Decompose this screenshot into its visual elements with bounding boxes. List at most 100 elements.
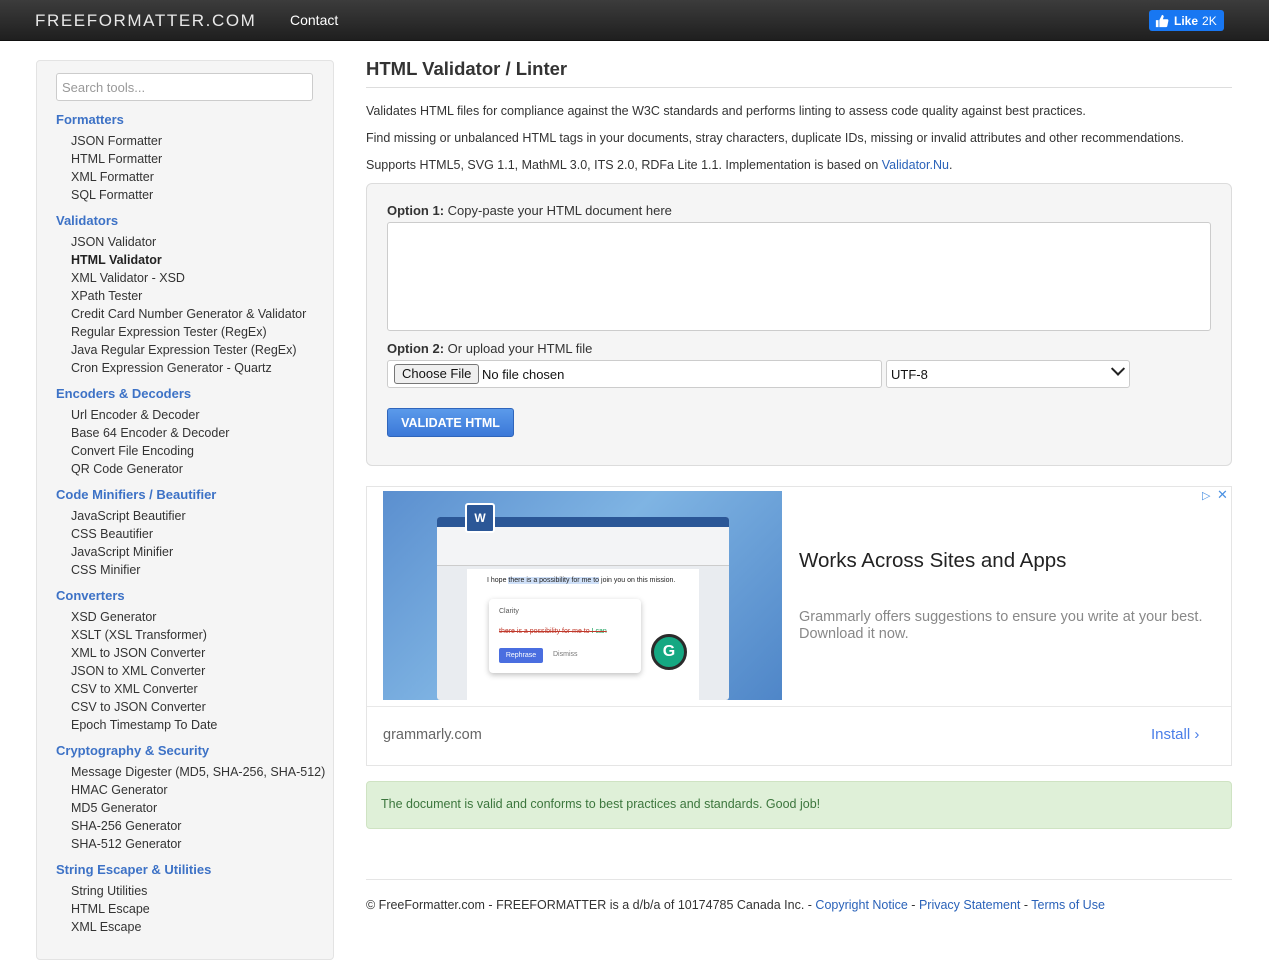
ad-divider [367,706,1231,707]
ad-headline[interactable]: Works Across Sites and Apps [799,549,1066,573]
description-3-text: Supports HTML5, SVG 1.1, MathML 3.0, ITS… [366,158,882,172]
chevron-down-icon [1110,361,1126,376]
advertisement[interactable]: I hope there is a possibility for me to … [366,486,1232,766]
description-3: Supports HTML5, SVG 1.1, MathML 3.0, ITS… [366,158,952,172]
privacy-statement-link[interactable]: Privacy Statement [919,898,1020,912]
sidebar-item-xml-to-json[interactable]: XML to JSON Converter [71,646,205,660]
category-formatters[interactable]: Formatters [56,112,124,127]
site-logo[interactable]: FREEFORMATTER.COM [35,11,256,31]
category-cryptography[interactable]: Cryptography & Security [56,743,209,758]
sidebar-item-html-validator[interactable]: HTML Validator [71,253,162,267]
ad-mock-sentence-highlight: there is a possibility for me to [508,577,600,584]
like-label: Like [1174,13,1199,28]
search-input[interactable] [56,73,313,101]
ad-mock-strike-text: there is a possibility for me to [499,628,590,635]
sidebar-item-string-utilities[interactable]: String Utilities [71,884,147,898]
terms-of-use-link[interactable]: Terms of Use [1031,898,1105,912]
sidebar-item-message-digester[interactable]: Message Digester (MD5, SHA-256, SHA-512) [71,765,325,779]
option2-label-bold: Option 2: [387,341,445,356]
facebook-like-button[interactable]: Like 2K [1149,10,1224,31]
html-input-textarea[interactable] [387,222,1211,331]
sidebar-item-html-formatter[interactable]: HTML Formatter [71,152,162,166]
sidebar-item-convert-encoding[interactable]: Convert File Encoding [71,444,194,458]
sidebar-item-json-formatter[interactable]: JSON Formatter [71,134,162,148]
encoding-select[interactable]: UTF-8 [886,360,1130,388]
category-string-utilities[interactable]: String Escaper & Utilities [56,862,211,877]
sidebar-item-css-minifier[interactable]: CSS Minifier [71,563,140,577]
sidebar-item-cron-generator[interactable]: Cron Expression Generator - Quartz [71,361,272,375]
sidebar-item-json-validator[interactable]: JSON Validator [71,235,156,249]
nav-contact-link[interactable]: Contact [290,12,338,28]
ad-image[interactable]: I hope there is a possibility for me to … [383,491,782,700]
sidebar-item-hmac-generator[interactable]: HMAC Generator [71,783,168,797]
sidebar-item-sha512-generator[interactable]: SHA-512 Generator [71,837,181,851]
sidebar-item-xsd-generator[interactable]: XSD Generator [71,610,156,624]
sidebar-item-xml-validator[interactable]: XML Validator - XSD [71,271,185,285]
grammarly-logo-icon: G [651,634,687,670]
category-converters[interactable]: Converters [56,588,125,603]
ad-mock-strike: there is a possibility for me to I can [499,628,607,635]
like-count: 2K [1202,13,1217,28]
sidebar-item-sha256-generator[interactable]: SHA-256 Generator [71,819,181,833]
choose-file-button[interactable]: Choose File [394,364,480,384]
sidebar-item-js-minifier[interactable]: JavaScript Minifier [71,545,173,559]
sidebar-item-xml-formatter[interactable]: XML Formatter [71,170,154,184]
copyright-notice-link[interactable]: Copyright Notice [815,898,907,912]
ad-mock-sentence: I hope there is a possibility for me to … [487,577,675,584]
sidebar-item-md5-generator[interactable]: MD5 Generator [71,801,157,815]
validate-html-button[interactable]: VALIDATE HTML [387,408,514,437]
category-validators[interactable]: Validators [56,213,118,228]
word-app-icon: W [465,503,495,533]
footer-copyright-text: © FreeFormatter.com - FREEFORMATTER is a… [366,898,816,912]
sidebar-item-xpath-tester[interactable]: XPath Tester [71,289,142,303]
footer-divider [366,879,1232,880]
top-navbar: FREEFORMATTER.COM Contact Like 2K [0,0,1269,41]
validation-success-alert: The document is valid and conforms to be… [366,781,1232,829]
footer: © FreeFormatter.com - FREEFORMATTER is a… [366,898,1105,912]
description-2: Find missing or unbalanced HTML tags in … [366,131,1184,145]
sidebar-item-html-escape[interactable]: HTML Escape [71,902,150,916]
ad-mock-dismiss: Dismiss [553,651,578,658]
description-3-suffix: . [948,158,953,172]
chevron-right-icon: › [1194,726,1200,743]
ad-mock-replacement: I can [589,628,607,635]
sidebar-item-base64-encoder[interactable]: Base 64 Encoder & Decoder [71,426,229,440]
sidebar-item-css-beautifier[interactable]: CSS Beautifier [71,527,153,541]
ad-body[interactable]: Grammarly offers suggestions to ensure y… [799,609,1219,643]
sidebar-item-xslt[interactable]: XSLT (XSL Transformer) [71,628,207,642]
ad-domain[interactable]: grammarly.com [383,727,482,743]
category-minifiers[interactable]: Code Minifiers / Beautifier [56,487,216,502]
option1-label: Option 1: Copy-paste your HTML document … [387,203,672,218]
sidebar-item-csv-to-xml[interactable]: CSV to XML Converter [71,682,198,696]
validator-nu-link[interactable]: Validator.Nu [882,158,949,172]
validator-form: Option 1: Copy-paste your HTML document … [366,183,1232,466]
sidebar-item-regex-tester[interactable]: Regular Expression Tester (RegEx) [71,325,267,339]
sidebar-item-json-to-xml[interactable]: JSON to XML Converter [71,664,205,678]
option2-label: Option 2: Or upload your HTML file [387,341,592,356]
ad-mock-sentence-suffix: join you on this mission. [599,577,676,584]
file-upload-input[interactable]: Choose File No file chosen [387,360,882,388]
ad-mock-suggestion-card: Clarity there is a possibility for me to… [489,599,641,673]
close-icon[interactable]: ✕ [1217,487,1228,503]
sidebar-item-sql-formatter[interactable]: SQL Formatter [71,188,153,202]
category-encoders[interactable]: Encoders & Decoders [56,386,191,401]
sidebar-item-epoch-timestamp[interactable]: Epoch Timestamp To Date [71,718,217,732]
adchoices-icon[interactable]: ▷ [1202,489,1214,502]
sidebar-item-js-beautifier[interactable]: JavaScript Beautifier [71,509,186,523]
footer-sep-1: - [907,898,919,912]
option1-label-bold: Option 1: [387,203,445,218]
ad-mock-rephrase: Rephrase [499,648,543,663]
title-divider [366,87,1232,88]
ad-mock-clarity: Clarity [499,608,519,615]
sidebar-item-java-regex-tester[interactable]: Java Regular Expression Tester (RegEx) [71,343,297,357]
ad-install-button[interactable]: Install › [1151,726,1199,743]
sidebar-item-credit-card[interactable]: Credit Card Number Generator & Validator [71,307,306,321]
option2-label-text: Or upload your HTML file [444,341,593,356]
option1-label-text: Copy-paste your HTML document here [444,203,672,218]
sidebar-item-url-encoder[interactable]: Url Encoder & Decoder [71,408,200,422]
sidebar-item-xml-escape[interactable]: XML Escape [71,920,141,934]
description-1: Validates HTML files for compliance agai… [366,104,1086,118]
thumbs-up-icon [1155,14,1169,27]
sidebar-item-csv-to-json[interactable]: CSV to JSON Converter [71,700,206,714]
sidebar-item-qr-generator[interactable]: QR Code Generator [71,462,183,476]
